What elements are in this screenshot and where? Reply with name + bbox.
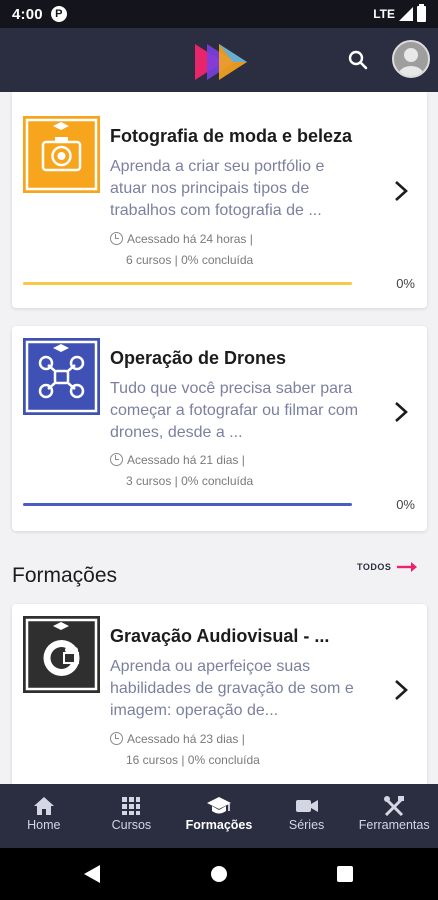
arrow-right-icon bbox=[397, 562, 418, 572]
nav-series[interactable]: Séries bbox=[263, 784, 351, 848]
back-icon[interactable] bbox=[84, 865, 100, 883]
formation-accessed: Acessado há 23 dias | bbox=[127, 732, 245, 746]
course-stats: 3 cursos | 0% concluída bbox=[126, 474, 254, 488]
camera-icon bbox=[25, 118, 98, 191]
nav-home-label: Home bbox=[27, 818, 61, 832]
course-thumbnail bbox=[23, 338, 100, 415]
avatar[interactable] bbox=[392, 40, 430, 78]
chevron-right-icon bbox=[395, 680, 408, 700]
course-progress-bar bbox=[23, 503, 352, 506]
chevron-right-icon bbox=[395, 402, 408, 422]
course-meta: Acessado há 24 horas | 6 cursos | 0% con… bbox=[110, 229, 253, 271]
drone-icon bbox=[25, 340, 98, 413]
video-camera-icon bbox=[295, 800, 318, 812]
nav-formacoes[interactable]: Formações bbox=[175, 784, 263, 848]
course-card[interactable]: Fotografia de moda e beleza Aprenda a cr… bbox=[12, 92, 427, 308]
app-bar bbox=[0, 28, 438, 92]
content-scroll[interactable]: Fotografia de moda e beleza Aprenda a cr… bbox=[0, 92, 438, 784]
bottom-nav: Home Cursos Formações Séries Ferramentas bbox=[0, 784, 438, 848]
course-title: Operação de Drones bbox=[110, 348, 287, 368]
course-description: Tudo que você precisa saber para começar… bbox=[110, 380, 359, 441]
course-progress-bar bbox=[23, 282, 352, 285]
network-label: LTE bbox=[373, 7, 395, 21]
course-meta: Acessado há 21 dias | 3 cursos | 0% conc… bbox=[110, 450, 253, 492]
course-progress-label: 0% bbox=[396, 497, 415, 512]
clock-icon bbox=[110, 453, 123, 466]
course-accessed: Acessado há 24 horas | bbox=[127, 232, 253, 246]
notification-app-icon: P bbox=[50, 6, 67, 22]
formation-meta: Acessado há 23 dias | 16 cursos | 0% con… bbox=[110, 729, 260, 771]
clock-icon bbox=[110, 732, 123, 745]
graduation-cap-icon bbox=[206, 797, 231, 814]
nav-formacoes-label: Formações bbox=[185, 818, 253, 832]
status-bar: 4:00 P LTE bbox=[0, 0, 438, 28]
nav-ferramentas[interactable]: Ferramentas bbox=[350, 784, 438, 848]
search-button[interactable] bbox=[344, 46, 372, 74]
course-progress-label: 0% bbox=[396, 276, 415, 291]
nav-cursos-label: Cursos bbox=[111, 818, 152, 832]
formation-title: Gravação Audiovisual - ... bbox=[110, 626, 330, 646]
nav-home[interactable]: Home bbox=[0, 784, 88, 848]
formation-card[interactable]: Gravação Audiovisual - ... Aprenda ou ap… bbox=[12, 604, 427, 784]
course-description: Aprenda a criar seu portfólio e atuar no… bbox=[110, 158, 325, 219]
course-thumbnail bbox=[23, 116, 100, 193]
section-title: Formações bbox=[12, 564, 118, 587]
status-time: 4:00 bbox=[12, 5, 43, 23]
film-camera-icon bbox=[25, 618, 98, 691]
battery-icon bbox=[417, 4, 426, 22]
user-avatar-icon bbox=[398, 48, 424, 76]
tools-icon bbox=[384, 796, 405, 816]
see-all-label: TODOS bbox=[357, 562, 392, 572]
clock-icon bbox=[110, 232, 123, 245]
system-nav-bar bbox=[0, 848, 438, 900]
formation-stats: 16 cursos | 0% concluída bbox=[126, 753, 260, 767]
status-indicators: LTE bbox=[373, 4, 426, 22]
formation-thumbnail bbox=[23, 616, 100, 693]
play-logo-icon bbox=[195, 44, 247, 80]
course-stats: 6 cursos | 0% concluída bbox=[126, 253, 254, 267]
course-title: Fotografia de moda e beleza bbox=[110, 126, 353, 146]
home-icon bbox=[33, 797, 54, 815]
signal-icon bbox=[399, 7, 413, 21]
nav-series-label: Séries bbox=[288, 818, 325, 832]
grid-icon bbox=[122, 797, 141, 815]
formation-description: Aprenda ou aperfeiçoe suas habilidades d… bbox=[110, 658, 354, 719]
course-card[interactable]: Operação de Drones Tudo que você precisa… bbox=[12, 326, 427, 531]
see-all-button[interactable]: TODOS bbox=[357, 562, 418, 572]
recent-apps-icon[interactable] bbox=[337, 866, 353, 882]
course-accessed: Acessado há 21 dias | bbox=[127, 453, 245, 467]
nav-cursos[interactable]: Cursos bbox=[88, 784, 176, 848]
chevron-right-icon bbox=[395, 181, 408, 201]
home-circle-icon[interactable] bbox=[211, 866, 227, 882]
search-icon bbox=[348, 50, 368, 70]
nav-ferramentas-label: Ferramentas bbox=[358, 818, 430, 832]
